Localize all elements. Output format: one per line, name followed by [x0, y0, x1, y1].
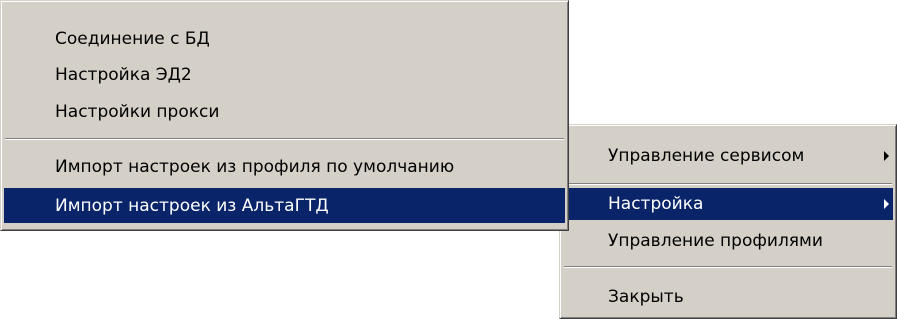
- menu-item-db-connection[interactable]: Соединение с БД: [4, 21, 565, 57]
- menu-item-close[interactable]: Закрыть: [563, 279, 893, 315]
- menu-item-settings[interactable]: Настройка: [563, 188, 893, 220]
- menu-item-label: Управление профилями: [608, 231, 823, 251]
- menu-item-profile-management[interactable]: Управление профилями: [563, 223, 893, 259]
- menu-item-label: Соединение с БД: [55, 29, 210, 49]
- menu-item-service-management[interactable]: Управление сервисом: [563, 133, 893, 179]
- settings-submenu: Соединение с БД Настройка ЭД2 Настройки …: [0, 0, 569, 231]
- menu-item-label: Настройки прокси: [55, 102, 220, 122]
- menu-item-label: Импорт настроек из АльтаГТД: [55, 195, 329, 216]
- main-context-menu: Управление сервисом Настройка Управление…: [559, 124, 897, 319]
- menu-separator: [564, 266, 892, 268]
- menu-separator: [564, 183, 892, 185]
- menu-item-label: Настройка ЭД2: [55, 65, 192, 85]
- menu-item-import-default-profile[interactable]: Импорт настроек из профиля по умолчанию: [4, 146, 565, 188]
- menu-separator: [5, 138, 564, 140]
- menu-item-ed2-settings[interactable]: Настройка ЭД2: [4, 57, 565, 93]
- menu-item-proxy-settings[interactable]: Настройки прокси: [4, 93, 565, 131]
- menu-item-label: Импорт настроек из профиля по умолчанию: [55, 157, 455, 177]
- menu-item-import-altagtd[interactable]: Импорт настроек из АльтаГТД: [4, 188, 565, 223]
- submenu-arrow-icon: [884, 151, 889, 161]
- menu-item-label: Управление сервисом: [608, 146, 805, 166]
- submenu-arrow-icon: [884, 199, 889, 209]
- menu-item-label: Закрыть: [608, 287, 684, 307]
- menu-item-label: Настройка: [608, 194, 704, 214]
